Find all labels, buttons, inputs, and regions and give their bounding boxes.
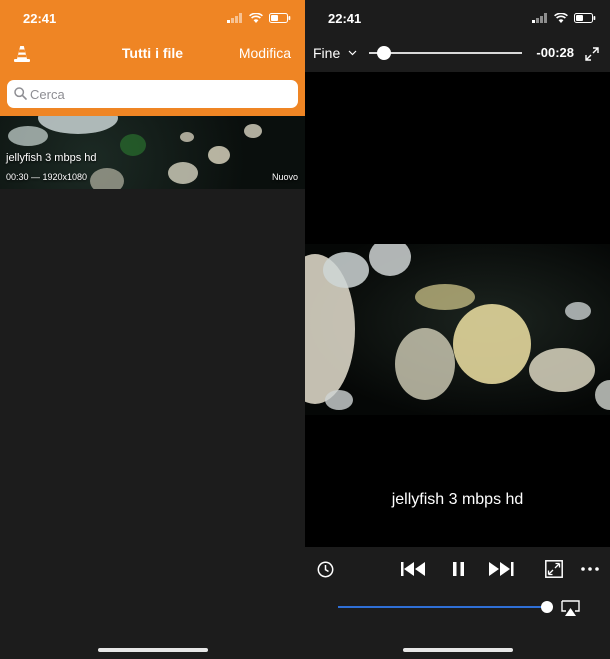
- wifi-icon: [249, 13, 263, 23]
- video-frame[interactable]: [305, 244, 610, 415]
- aspect-ratio-icon[interactable]: [545, 560, 563, 578]
- airplay-icon[interactable]: [561, 600, 580, 616]
- library-screen: 22:41 Tutti i file Modifica Cerca jellyf…: [0, 0, 305, 659]
- done-label: Fine: [313, 45, 341, 61]
- battery-icon: [269, 13, 291, 23]
- clock-icon[interactable]: [317, 561, 334, 578]
- cellular-signal-icon: [532, 13, 547, 23]
- home-indicator[interactable]: [98, 648, 208, 652]
- playback-controls: [305, 547, 610, 659]
- status-bar: 22:41: [0, 0, 305, 36]
- status-bar: 22:41: [305, 0, 610, 36]
- search-bar[interactable]: [7, 80, 298, 108]
- volume-thumb[interactable]: [541, 601, 554, 613]
- pause-icon[interactable]: [453, 562, 464, 576]
- edit-button[interactable]: Modifica: [239, 45, 291, 61]
- file-duration-resolution: 00:30 — 1920x1080: [6, 172, 88, 182]
- status-time: 22:41: [23, 11, 57, 26]
- file-title: jellyfish 3 mbps hd: [6, 152, 97, 164]
- player-top-bar: 22:41 Fine -00:28: [305, 0, 610, 72]
- library-header: 22:41 Tutti i file Modifica Cerca: [0, 0, 305, 116]
- volume-slider[interactable]: [338, 606, 552, 608]
- home-indicator[interactable]: [403, 648, 513, 652]
- video-title: jellyfish 3 mbps hd: [391, 491, 524, 508]
- search-icon: [14, 87, 27, 100]
- new-badge: Nuovo: [271, 172, 298, 182]
- search-input[interactable]: [30, 80, 290, 108]
- player-screen: 22:41 Fine -00:28 jellyfish 3 mbps hd: [305, 0, 610, 659]
- wifi-icon: [554, 13, 568, 23]
- fullscreen-icon[interactable]: [585, 47, 599, 61]
- seek-bar[interactable]: [369, 52, 522, 54]
- skip-back-icon[interactable]: [401, 562, 425, 576]
- remaining-time: -00:28: [536, 45, 574, 60]
- battery-icon: [574, 13, 596, 23]
- done-button[interactable]: Fine: [313, 45, 357, 61]
- skip-forward-icon[interactable]: [489, 562, 515, 576]
- file-list-item[interactable]: jellyfish 3 mbps hd 00:30 — 1920x1080 Nu…: [0, 116, 305, 189]
- chevron-down-icon: [348, 50, 357, 56]
- seek-thumb[interactable]: [376, 46, 391, 60]
- more-icon[interactable]: [581, 567, 599, 571]
- cellular-signal-icon: [227, 13, 242, 23]
- status-time: 22:41: [328, 11, 362, 26]
